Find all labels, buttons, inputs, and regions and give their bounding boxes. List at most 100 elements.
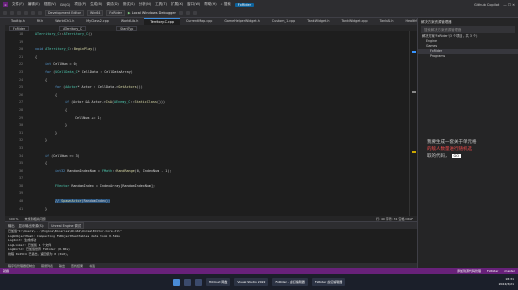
prompt-line-3: 取的代码， GO xyxy=(427,154,461,159)
visual-studio-logo-icon: ∞ xyxy=(3,2,8,7)
tab-10[interactable]: TankWidget.cpp xyxy=(335,18,373,25)
menu-file[interactable]: 文件(F) xyxy=(12,2,24,7)
line-number: 41 xyxy=(19,206,23,211)
code-text: FVector RandomIndex = IndexArray[RandomI… xyxy=(55,183,156,188)
code-text: { xyxy=(45,77,48,82)
line-number: 30 xyxy=(19,123,23,128)
ready-status: 就绪 xyxy=(3,269,10,273)
taskbar-window-1[interactable]: HiCloud 网盘 xyxy=(205,278,231,286)
output-tab-3[interactable]: 查找结果 xyxy=(71,264,83,268)
menu-edit[interactable]: 编辑(E) xyxy=(28,2,40,7)
tool-icon-2[interactable] xyxy=(185,11,190,15)
copilot-label[interactable]: Github Copilot xyxy=(474,3,499,7)
tab-7[interactable]: GameHelperWidget.h xyxy=(218,18,265,25)
tab-11[interactable]: TankAI.h xyxy=(374,18,400,25)
editor-scrollbar[interactable] xyxy=(409,31,417,216)
tab-9[interactable]: TankWidget.h xyxy=(301,18,335,25)
output-panel: 输出 显示输出来源(S): Unreal Engine 调试 已加载"C:\Us… xyxy=(5,221,417,268)
forward-icon[interactable] xyxy=(10,11,14,15)
code-line: if (CellNum >= 3) xyxy=(31,153,409,161)
code-text: } xyxy=(65,123,68,128)
code-line: int CellNum = 0; xyxy=(31,61,409,69)
start-debug-button[interactable]: ▶ Local Windows Debugger xyxy=(128,11,176,15)
menu-tools[interactable]: 工具(T) xyxy=(155,2,167,7)
output-tab-1[interactable]: 错误列表 xyxy=(41,264,53,268)
solution-search-input[interactable]: 搜索解决方案资源管理器 xyxy=(421,26,515,33)
menu-build[interactable]: 生成(B) xyxy=(90,2,102,7)
line-number: 21 xyxy=(19,54,23,59)
menu-window[interactable]: 窗口(W) xyxy=(187,2,200,7)
tab-4[interactable]: WorldLib.h xyxy=(115,18,144,25)
code-text: ATerritory_C::ATerritory_C() xyxy=(35,32,93,36)
tab-1[interactable]: Rf.h xyxy=(31,18,49,25)
tab-6[interactable]: CurrentMap.cpp xyxy=(180,18,218,25)
tab-0[interactable]: Tooltip.h xyxy=(5,18,31,25)
source-control-status[interactable]: 添加到源代码管理 xyxy=(457,269,481,273)
output-source-select[interactable]: Unreal Engine 调试 xyxy=(48,222,84,229)
redo-icon[interactable] xyxy=(38,11,42,15)
output-tab-0[interactable]: 程序包管理器控制台 xyxy=(8,264,35,268)
search-box[interactable]: ⌕ 搜索 xyxy=(221,2,231,7)
platform-select[interactable]: Win64 xyxy=(87,10,104,16)
line-number: 25 xyxy=(19,85,23,90)
file-explorer-icon[interactable] xyxy=(194,278,202,286)
tab-8[interactable]: Custom_1.cpp xyxy=(266,18,301,25)
target-select[interactable]: FxRider xyxy=(106,10,125,16)
tab-5[interactable]: Territory.C.cpp xyxy=(144,18,180,25)
scope-dropdown[interactable]: ATerritory_C xyxy=(59,25,87,31)
menu-help[interactable]: 帮助(H) xyxy=(204,2,216,7)
output-header: 输出 显示输出来源(S): Unreal Engine 调试 xyxy=(5,222,417,229)
menu-extensions[interactable]: 扩展(X) xyxy=(171,2,183,7)
save-icon[interactable] xyxy=(17,11,21,15)
tool-icon-1[interactable] xyxy=(178,11,183,15)
prompt-overlay: 我要生成一套关于单元格 的敌人数量进行随机选 取的代码， GO xyxy=(427,139,507,160)
configuration-select[interactable]: Development Editor xyxy=(45,10,84,16)
line-number: 37 xyxy=(19,176,23,181)
menu-view[interactable]: 视图(V) xyxy=(44,2,56,7)
back-icon[interactable] xyxy=(3,11,7,15)
window-controls[interactable]: — ☐ ✕ xyxy=(503,3,515,7)
line-number: 40 xyxy=(19,199,23,204)
code-editor[interactable]: ATerritory_C::ATerritory_C() void ATerrit… xyxy=(31,31,409,216)
undo-icon[interactable] xyxy=(31,11,35,15)
save-all-icon[interactable] xyxy=(24,11,28,15)
repo-name[interactable]: FxRider xyxy=(487,269,498,273)
start-icon[interactable] xyxy=(172,278,180,286)
output-tab-2[interactable]: 输出 xyxy=(59,264,65,268)
member-dropdown[interactable]: StartTyp xyxy=(116,25,138,31)
code-text: CellNum += 1; xyxy=(75,115,102,120)
tree-item[interactable]: Programs xyxy=(418,54,518,59)
project-dropdown[interactable]: FxRider xyxy=(9,25,30,31)
taskbar-window-2[interactable]: Visual Studio 2022 xyxy=(234,278,269,286)
line-number: 32 xyxy=(19,138,23,143)
go-button[interactable]: GO xyxy=(451,154,461,158)
menu-git[interactable]: Git(G) xyxy=(60,3,71,7)
output-tab-4[interactable]: 书签 xyxy=(89,264,95,268)
code-line: for (AActor* Actor : CellData->GetActors… xyxy=(31,84,409,92)
menu-test[interactable]: 测试(S) xyxy=(123,2,135,7)
code-line: for (UCellData_C* CellData : CellDataArr… xyxy=(31,69,409,77)
prompt-line-1: 我要生成一套关于单元格 xyxy=(427,140,477,145)
search-taskbar-icon[interactable] xyxy=(183,278,191,286)
tool-icon-3[interactable] xyxy=(192,11,197,15)
menu-debug[interactable]: 调试(D) xyxy=(106,2,118,7)
code-text: { xyxy=(45,161,48,166)
solution-tree: 解决方案'FxRider'(3 个项目，共 3 个) Engine Games FxR… xyxy=(418,34,518,59)
clock-date: 2024/3/21 xyxy=(498,281,514,286)
line-number: 31 xyxy=(19,130,23,135)
line-number: 22 xyxy=(19,62,23,67)
zoom-level[interactable]: 100 % xyxy=(9,217,19,221)
code-line: CellNum += 1; xyxy=(31,115,409,123)
menu-analyze[interactable]: 分析(N) xyxy=(139,2,151,7)
taskbar-window-4[interactable]: FxRider 虚幻编辑器 xyxy=(311,278,346,286)
tab-2[interactable]: WorldCh1.h xyxy=(49,18,80,25)
toolbar: Development Editor Win64 FxRider ▶ Local… xyxy=(0,9,518,18)
code-line: int32 RandomIndexNum = FMath::RandRange(… xyxy=(31,168,409,176)
branch-name[interactable]: master xyxy=(504,269,515,273)
system-tray[interactable]: 18:31 2024/3/21 xyxy=(499,277,514,286)
tab-3[interactable]: MyClass2.cpp xyxy=(80,18,115,25)
line-number: 26 xyxy=(19,92,23,97)
taskbar-window-3[interactable]: FxRider - 虚幻编辑器 xyxy=(272,278,308,286)
menu-project[interactable]: 项目(P) xyxy=(74,2,86,7)
cursor-position: 行: 40 字符: 31 空格 CRLF xyxy=(375,216,413,221)
